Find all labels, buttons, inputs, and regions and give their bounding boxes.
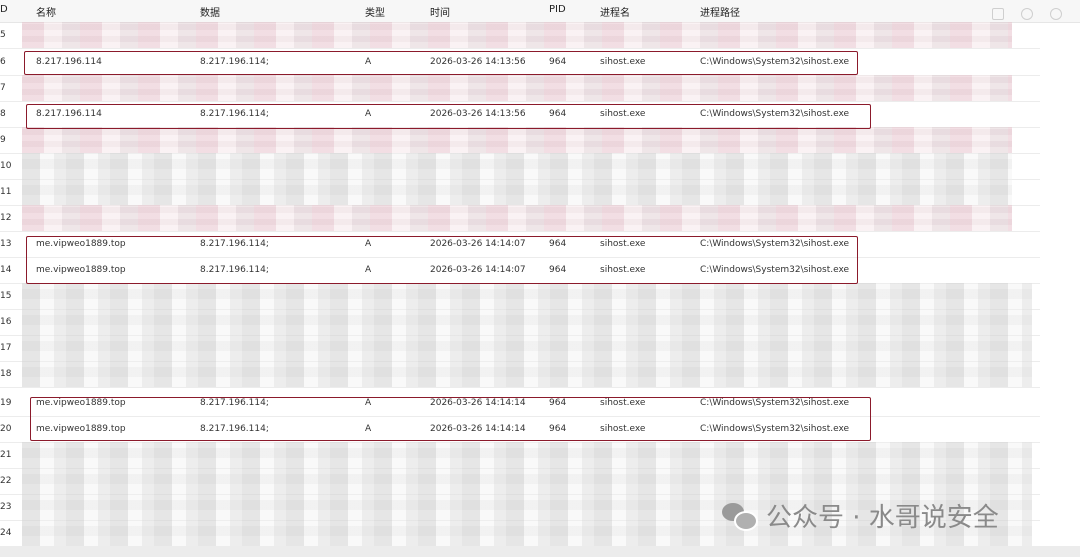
wechat-icon (722, 501, 758, 531)
highlight-box (26, 104, 871, 129)
row-id: 23 (0, 502, 12, 512)
table-row[interactable]: 15 (0, 283, 1040, 310)
redacted-row-content (22, 22, 1012, 48)
header-name[interactable]: 名称 (36, 4, 56, 19)
row-id: 17 (0, 343, 12, 353)
row-id: 24 (0, 528, 12, 538)
header-pid[interactable]: PID (549, 4, 566, 15)
row-id: 6 (0, 57, 6, 67)
table-row[interactable]: 9 (0, 127, 1040, 154)
table-header: D 名称 数据 类型 时间 PID 进程名 进程路径 (0, 0, 1080, 23)
redacted-row-content (22, 335, 1032, 361)
row-id: 5 (0, 30, 6, 40)
header-id[interactable]: D (0, 4, 8, 15)
table-row[interactable]: 18 (0, 361, 1040, 388)
row-id: 20 (0, 424, 12, 434)
header-path[interactable]: 进程路径 (700, 4, 740, 19)
header-type[interactable]: 类型 (365, 4, 385, 19)
watermark-text: 公众号 · 水哥说安全 (766, 502, 999, 533)
header-toolbar (978, 8, 1062, 23)
highlight-box (24, 51, 858, 75)
redacted-row-content (22, 205, 1012, 231)
copy-icon[interactable] (992, 8, 1005, 20)
row-id: 11 (0, 187, 12, 197)
info-icon[interactable] (1021, 8, 1034, 20)
row-id: 22 (0, 476, 12, 486)
highlight-box (30, 397, 871, 441)
row-id: 14 (0, 265, 12, 275)
watermark: 公众号 · 水哥说安全 (722, 498, 999, 533)
header-process[interactable]: 进程名 (600, 4, 630, 19)
redacted-row-content (22, 127, 1012, 153)
row-id: 10 (0, 161, 12, 171)
redacted-row-content (22, 468, 1032, 494)
table-row[interactable]: 21 (0, 442, 1040, 469)
row-id: 19 (0, 398, 12, 408)
settings-icon[interactable] (1050, 8, 1062, 20)
header-data[interactable]: 数据 (200, 4, 220, 19)
table-row[interactable]: 5 (0, 22, 1040, 49)
redacted-row-content (22, 179, 1012, 205)
redacted-row-content (22, 75, 1012, 101)
redacted-row-content (22, 442, 1032, 468)
table-row[interactable]: 7 (0, 75, 1040, 102)
table-row[interactable]: 22 (0, 468, 1040, 495)
row-id: 21 (0, 450, 12, 460)
highlight-box (26, 236, 858, 284)
row-id: 9 (0, 135, 6, 145)
header-time[interactable]: 时间 (430, 4, 450, 19)
redacted-row-content (22, 309, 1032, 335)
table-row[interactable]: 16 (0, 309, 1040, 336)
redacted-row-content (22, 361, 1032, 387)
table-row[interactable]: 12 (0, 205, 1040, 232)
row-id: 16 (0, 317, 12, 327)
row-id: 8 (0, 109, 6, 119)
table-row[interactable]: 11 (0, 179, 1040, 206)
redacted-row-content (22, 153, 1012, 179)
horizontal-scrollbar[interactable] (0, 546, 1080, 557)
redacted-row-content (22, 283, 1032, 309)
table-row[interactable]: 17 (0, 335, 1040, 362)
row-id: 13 (0, 239, 12, 249)
row-id: 18 (0, 369, 12, 379)
row-id: 7 (0, 83, 6, 93)
row-id: 12 (0, 213, 12, 223)
table-row[interactable]: 10 (0, 153, 1040, 180)
row-id: 15 (0, 291, 12, 301)
